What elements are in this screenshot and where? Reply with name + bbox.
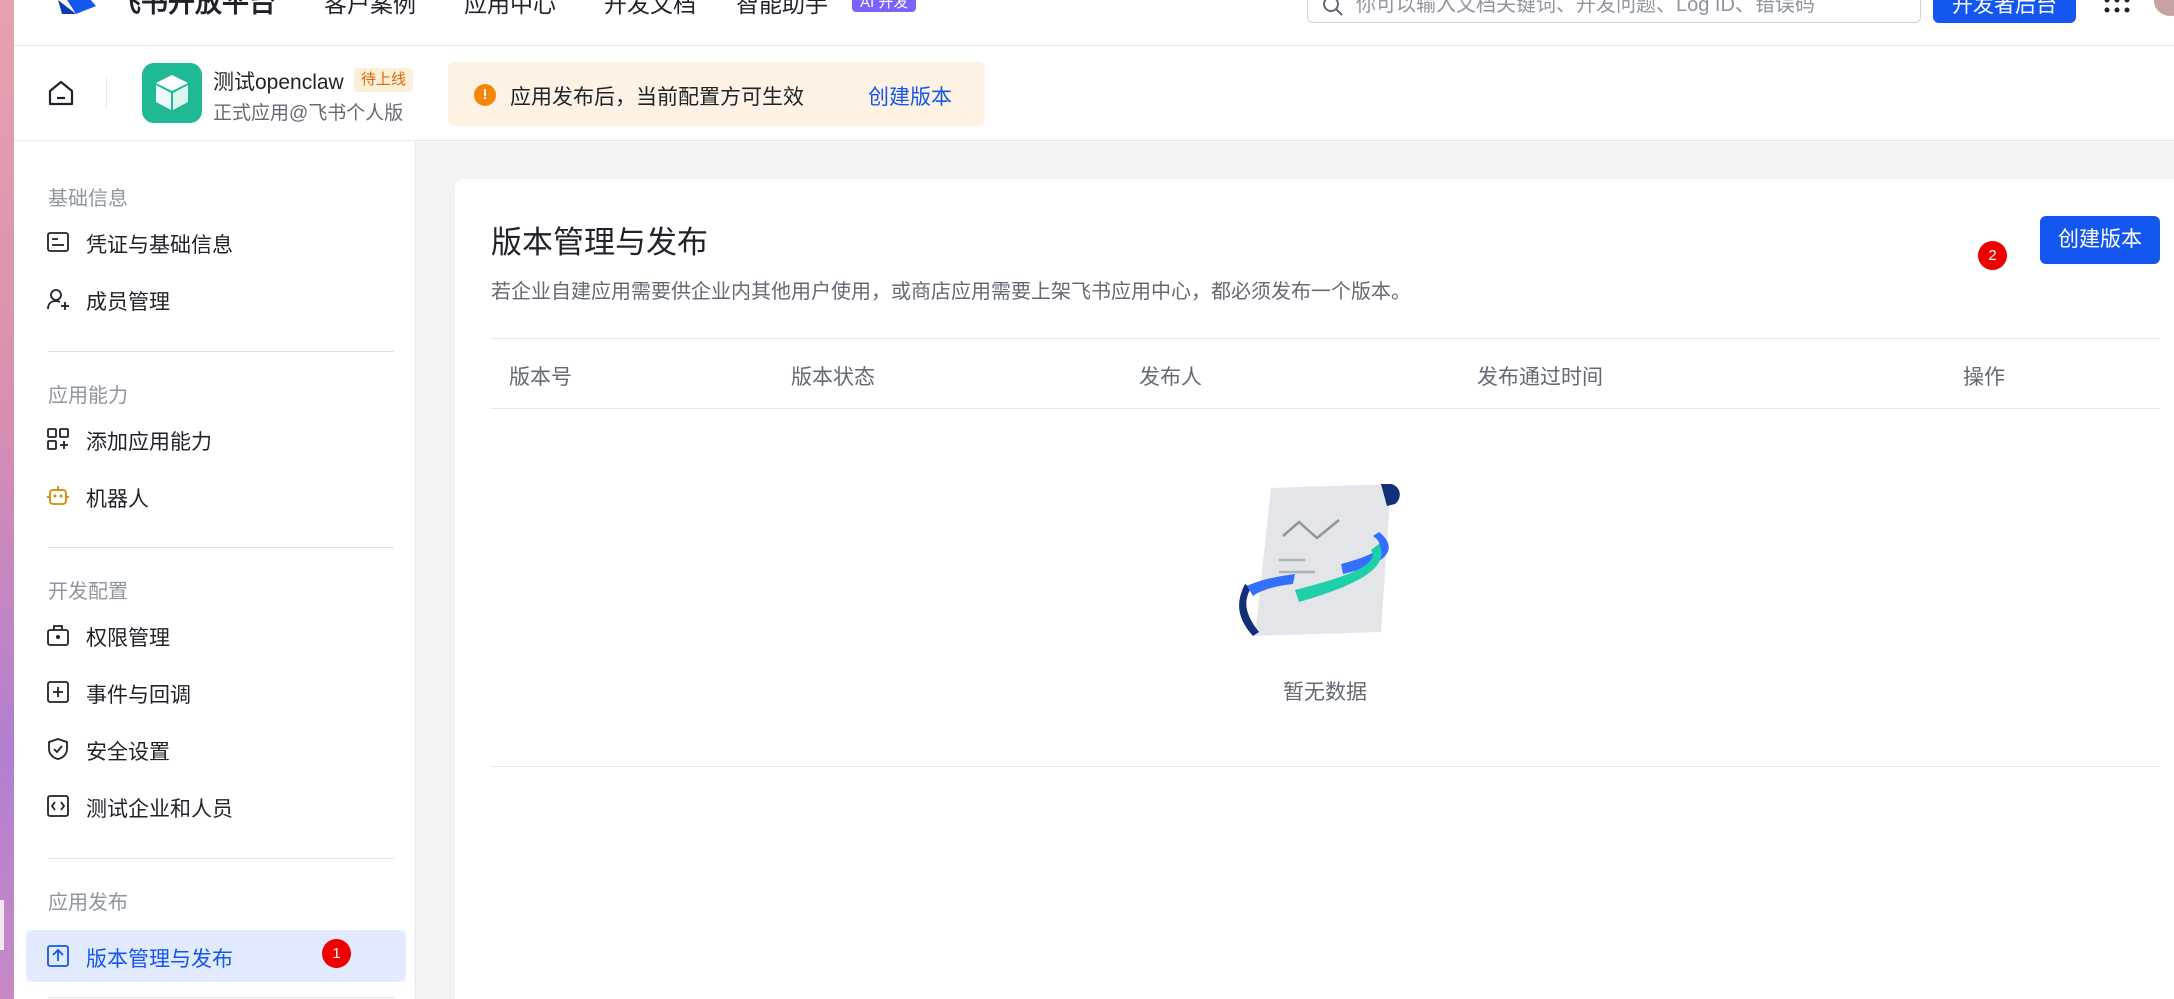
- column-version-status: 版本状态: [791, 366, 875, 389]
- sidebar-item-credentials[interactable]: 凭证与基础信息: [26, 216, 406, 268]
- app-logo: [142, 63, 202, 123]
- section-dev-config: 开发配置: [48, 581, 128, 603]
- app-grid-icon[interactable]: [2102, 0, 2132, 14]
- search-input[interactable]: [1356, 0, 1896, 21]
- publish-notice: ! 应用发布后，当前配置方可生效 创建版本: [448, 62, 985, 126]
- notice-message: 应用发布后，当前配置方可生效: [510, 86, 804, 109]
- page-description: 若企业自建应用需要供企业内其他用户使用，或商店应用需要上架飞书应用中心，都必须发…: [491, 281, 1411, 303]
- sidebar-item-label: 权限管理: [86, 627, 170, 650]
- column-publish-time: 发布通过时间: [1477, 366, 1603, 389]
- sidebar-item-events[interactable]: 事件与回调: [26, 666, 406, 718]
- sidebar-item-security[interactable]: 安全设置: [26, 723, 406, 775]
- nav-smart-assistant[interactable]: 智能助手: [736, 0, 828, 19]
- status-badge: 待上线: [354, 68, 414, 92]
- app-subtitle: 正式应用@飞书个人版: [213, 103, 404, 124]
- user-avatar[interactable]: [2154, 0, 2174, 16]
- section-app-capabilities: 应用能力: [48, 385, 128, 407]
- nav-app-center[interactable]: 应用中心: [464, 0, 556, 19]
- robot-icon: [47, 486, 69, 505]
- version-management-card: 版本管理与发布 若企业自建应用需要供企业内其他用户使用，或商店应用需要上架飞书应…: [455, 179, 2174, 999]
- sidebar-divider: [48, 858, 394, 859]
- create-version-button[interactable]: 创建版本: [2040, 216, 2160, 264]
- sidebar-item-label: 添加应用能力: [86, 431, 212, 454]
- ai-dev-badge: AI 开发: [852, 0, 917, 12]
- section-basic-info: 基础信息: [48, 188, 128, 210]
- sidebar-divider: [48, 351, 394, 352]
- sidebar-item-members[interactable]: 成员管理: [26, 273, 406, 325]
- sidebar: 基础信息 凭证与基础信息 成员管理 应用能力 添加应用能力 机器人 开发配置 权…: [14, 142, 416, 999]
- step-badge-1: 1: [322, 939, 351, 968]
- column-actions: 操作: [1963, 366, 2005, 389]
- brand-name[interactable]: 飞书开放平台: [114, 0, 276, 18]
- developer-console-button[interactable]: 开发者后台: [1933, 0, 2076, 23]
- app-header-bar: 测试openclaw 待上线 正式应用@飞书个人版 ! 应用发布后，当前配置方可…: [14, 46, 2174, 141]
- sidebar-item-label: 测试企业和人员: [86, 798, 233, 821]
- search-icon: [1323, 0, 1343, 16]
- sidebar-item-label: 机器人: [86, 488, 149, 511]
- shield-icon: [48, 738, 68, 760]
- table-header: 版本号 版本状态 发布人 发布通过时间 操作: [491, 338, 2160, 409]
- sidebar-item-label: 事件与回调: [86, 684, 191, 707]
- sidebar-item-permissions[interactable]: 权限管理: [26, 609, 406, 661]
- sidebar-divider: [48, 547, 394, 548]
- sidebar-item-label: 版本管理与发布: [86, 948, 233, 971]
- permission-icon: [47, 625, 69, 646]
- top-navigation: 飞书开放平台 客户案例 应用中心 开发文档 智能助手 AI 开发 开发者后台: [14, 0, 2174, 46]
- feishu-logo-icon[interactable]: [54, 0, 104, 16]
- edge-tick: [0, 900, 4, 950]
- cube-icon: [156, 75, 188, 110]
- warning-icon: !: [474, 84, 496, 106]
- desktop-edge-strip: [0, 0, 14, 999]
- sidebar-item-add-capability[interactable]: 添加应用能力: [26, 413, 406, 465]
- sidebar-item-label: 成员管理: [86, 291, 170, 314]
- sidebar-divider: [48, 997, 394, 998]
- credential-icon: [47, 232, 69, 252]
- home-icon[interactable]: [46, 78, 76, 108]
- sidebar-item-label: 凭证与基础信息: [86, 234, 233, 257]
- empty-document-icon: [1239, 484, 1400, 636]
- sidebar-item-test-tenant[interactable]: 测试企业和人员: [26, 780, 406, 832]
- notice-create-version-link[interactable]: 创建版本: [868, 81, 952, 111]
- doc-search-box[interactable]: [1307, 0, 1921, 23]
- event-plus-icon: [47, 681, 69, 703]
- table-bottom-divider: [491, 766, 2160, 767]
- page-title: 版本管理与发布: [491, 225, 708, 260]
- sidebar-item-robot[interactable]: 机器人: [26, 470, 406, 522]
- sidebar-item-label: 安全设置: [86, 741, 170, 764]
- member-add-icon: [47, 289, 69, 310]
- column-publisher: 发布人: [1139, 366, 1202, 389]
- apps-grid-icon: [47, 428, 69, 450]
- step-badge-2: 2: [1978, 241, 2007, 270]
- code-icon: [47, 795, 69, 817]
- nav-dev-docs[interactable]: 开发文档: [604, 0, 696, 19]
- section-app-publish: 应用发布: [48, 892, 128, 914]
- column-version-number: 版本号: [509, 366, 572, 389]
- nav-customer-cases[interactable]: 客户案例: [324, 0, 416, 19]
- header-divider: [106, 78, 107, 108]
- empty-state-text: 暂无数据: [1283, 681, 1367, 704]
- upload-icon: [47, 945, 69, 967]
- app-name: 测试openclaw: [213, 71, 344, 94]
